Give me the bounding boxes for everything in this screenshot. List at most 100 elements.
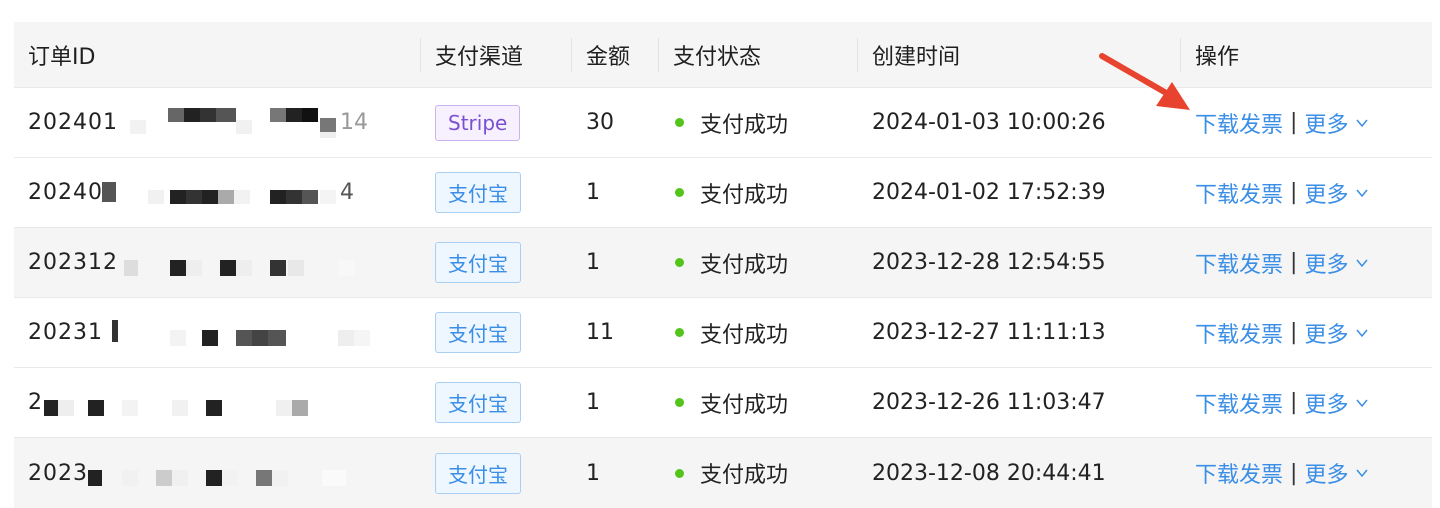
column-divider[interactable] <box>857 38 858 72</box>
redacted-mosaic <box>124 106 364 140</box>
header-status: 支付状态 <box>673 44 762 70</box>
more-dropdown[interactable]: 更多 <box>1304 247 1348 279</box>
orders-table: 订单ID 支付渠道 金额 支付状态 创建时间 操作 202401 14 Stri… <box>14 22 1432 508</box>
column-divider[interactable] <box>571 38 572 72</box>
status-text: 支付成功 <box>700 182 789 208</box>
download-invoice-link[interactable]: 下载发票 <box>1195 107 1283 139</box>
more-dropdown[interactable]: 更多 <box>1304 317 1348 349</box>
channel-cell: 支付宝 <box>435 228 585 297</box>
redacted-mosaic <box>88 456 346 490</box>
header-amount: 金额 <box>586 44 631 70</box>
channel-tag-alipay: 支付宝 <box>435 242 521 283</box>
status-cell: 支付成功 <box>673 298 869 367</box>
amount-cell: 1 <box>586 460 600 486</box>
green-dot-icon <box>675 468 684 478</box>
redacted-mosaic <box>112 316 370 350</box>
action-separator: | <box>1290 320 1298 345</box>
column-divider[interactable] <box>420 38 421 72</box>
more-dropdown[interactable]: 更多 <box>1304 107 1348 139</box>
action-separator: | <box>1290 460 1298 486</box>
amount-cell: 11 <box>586 320 614 345</box>
status-cell: 支付成功 <box>673 88 869 157</box>
green-dot-icon <box>675 328 684 337</box>
status-cell: 支付成功 <box>673 158 869 227</box>
table-row: 20240 4 支付宝 1 支付成功 2024-01-02 17:52:39 下… <box>14 158 1432 228</box>
chevron-down-icon[interactable] <box>1356 328 1369 338</box>
created-time-cell: 2024-01-02 17:52:39 <box>872 180 1106 205</box>
channel-tag-alipay: 支付宝 <box>435 172 521 213</box>
green-dot-icon <box>675 118 684 127</box>
status-cell: 支付成功 <box>673 228 869 297</box>
table-header-row: 订单ID 支付渠道 金额 支付状态 创建时间 操作 <box>14 22 1432 88</box>
actions-cell: 下载发票 | 更多 <box>1195 158 1432 227</box>
header-actions: 操作 <box>1195 44 1240 70</box>
redacted-mosaic <box>44 386 308 420</box>
green-dot-icon <box>675 398 684 407</box>
created-time-cell: 2023-12-26 11:03:47 <box>872 390 1106 415</box>
table-row: 20231 支付宝 11 支付成功 2023-12-27 11:11:13 下载… <box>14 298 1432 368</box>
action-separator: | <box>1290 250 1298 275</box>
actions-cell: 下载发票 | 更多 <box>1195 88 1432 157</box>
order-id-prefix: 20240 <box>28 180 103 205</box>
header-channel: 支付渠道 <box>435 44 524 70</box>
green-dot-icon <box>675 188 684 197</box>
order-id-suffix: 14 <box>340 110 368 135</box>
channel-cell: 支付宝 <box>435 158 585 227</box>
red-arrow-icon <box>1099 53 1190 110</box>
more-dropdown[interactable]: 更多 <box>1304 177 1348 209</box>
chevron-down-icon[interactable] <box>1356 258 1369 268</box>
chevron-down-icon[interactable] <box>1356 468 1369 478</box>
order-id-suffix: 4 <box>340 180 354 205</box>
channel-tag-alipay: 支付宝 <box>435 452 521 494</box>
redacted-mosaic <box>124 246 364 280</box>
header-order-id: 订单ID <box>28 44 96 70</box>
table-row: 2 支付宝 1 支付成功 2023-12-26 11:03:47 下载发票 | … <box>14 368 1432 438</box>
amount-cell: 1 <box>586 250 600 275</box>
download-invoice-link[interactable]: 下载发票 <box>1195 317 1283 349</box>
created-time-cell: 2023-12-08 20:44:41 <box>872 460 1106 486</box>
status-text: 支付成功 <box>700 392 789 418</box>
table-row: 2023 支付宝 1 支付成功 2023-12-08 20:44:41 下载发票… <box>14 438 1432 508</box>
chevron-down-icon[interactable] <box>1356 118 1369 128</box>
action-separator: | <box>1290 110 1298 135</box>
created-time-cell: 2023-12-27 11:11:13 <box>872 320 1106 345</box>
more-dropdown[interactable]: 更多 <box>1304 387 1348 419</box>
table-row: 202312 支付宝 1 支付成功 2023-12-28 12:54:55 下载… <box>14 228 1432 298</box>
actions-cell: 下载发票 | 更多 <box>1195 228 1432 297</box>
column-divider[interactable] <box>658 38 659 72</box>
channel-tag-alipay: 支付宝 <box>435 382 521 423</box>
table-row: 202401 14 Stripe 30 支付成功 2024-01-03 10:0… <box>14 88 1432 158</box>
chevron-down-icon[interactable] <box>1356 398 1369 408</box>
actions-cell: 下载发票 | 更多 <box>1195 298 1432 367</box>
created-time-cell: 2023-12-28 12:54:55 <box>872 250 1106 275</box>
order-id-prefix: 20231 <box>28 320 103 345</box>
amount-cell: 1 <box>586 390 600 415</box>
download-invoice-link[interactable]: 下载发票 <box>1195 457 1283 489</box>
channel-tag-stripe: Stripe <box>435 104 521 141</box>
download-invoice-link[interactable]: 下载发票 <box>1195 387 1283 419</box>
amount-cell: 30 <box>586 110 614 135</box>
status-text: 支付成功 <box>700 112 789 138</box>
action-separator: | <box>1290 390 1298 415</box>
amount-cell: 1 <box>586 180 600 205</box>
actions-cell: 下载发票 | 更多 <box>1195 438 1432 508</box>
order-id-prefix: 202401 <box>28 110 118 135</box>
actions-cell: 下载发票 | 更多 <box>1195 368 1432 437</box>
download-invoice-link[interactable]: 下载发票 <box>1195 177 1283 209</box>
channel-cell: Stripe <box>435 88 585 157</box>
order-id-prefix: 202312 <box>28 250 118 275</box>
redacted-mosaic <box>102 176 364 210</box>
chevron-down-icon[interactable] <box>1356 188 1369 198</box>
status-cell: 支付成功 <box>673 438 869 508</box>
more-dropdown[interactable]: 更多 <box>1304 457 1348 489</box>
download-invoice-link[interactable]: 下载发票 <box>1195 247 1283 279</box>
channel-cell: 支付宝 <box>435 368 585 437</box>
order-id-prefix: 2023 <box>28 460 88 486</box>
channel-cell: 支付宝 <box>435 298 585 367</box>
green-dot-icon <box>675 258 684 267</box>
channel-tag-alipay: 支付宝 <box>435 312 521 353</box>
action-separator: | <box>1290 180 1298 205</box>
status-cell: 支付成功 <box>673 368 869 437</box>
status-text: 支付成功 <box>700 252 789 278</box>
channel-cell: 支付宝 <box>435 438 585 508</box>
